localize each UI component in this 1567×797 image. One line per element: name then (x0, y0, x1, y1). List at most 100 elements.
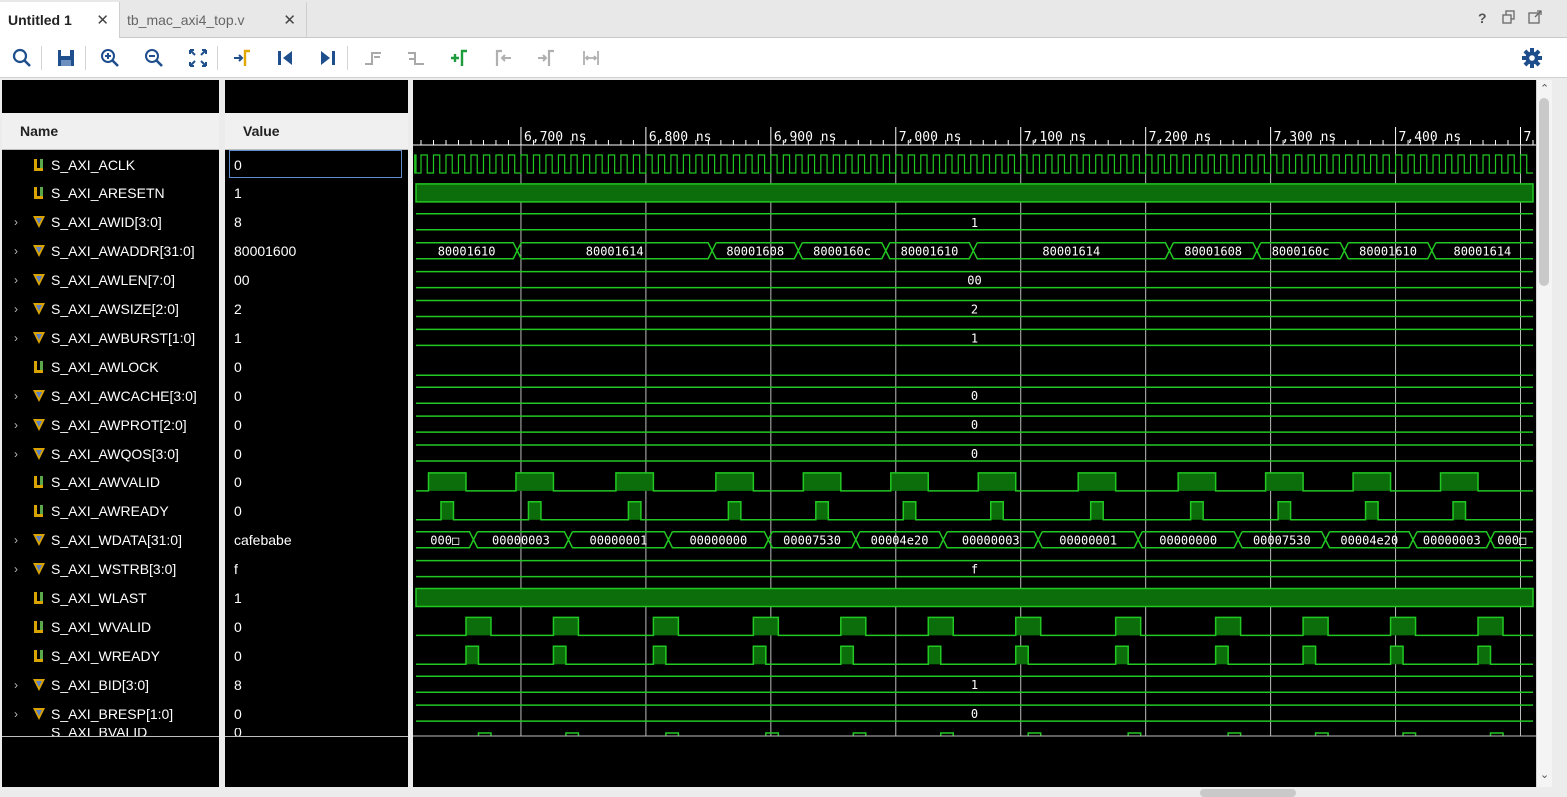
awid-waveform-label: 1 (971, 216, 978, 230)
value-column-header[interactable]: Value (225, 113, 408, 150)
bid-waveform-label: 1 (971, 678, 978, 692)
wvalid-waveform-pulse-fill (1303, 617, 1329, 636)
expand-chevron-icon[interactable]: › (14, 678, 18, 692)
signal-row[interactable]: S_AXI_AWREADY (2, 497, 219, 526)
signal-row[interactable]: › S_AXI_AWSIZE[2:0] (2, 295, 219, 324)
save-icon[interactable] (54, 46, 78, 70)
signal-row[interactable]: S_AXI_WREADY (2, 641, 219, 670)
name-column-header[interactable]: Name (2, 113, 219, 150)
awvalid-waveform-pulse-fill (803, 472, 841, 491)
signal-value-text: 0 (234, 156, 242, 173)
go-to-start-icon[interactable] (273, 46, 297, 70)
signal-value: 0 (225, 728, 408, 736)
expand-chevron-icon[interactable]: › (14, 418, 18, 432)
wvalid-waveform-pulse-fill (1115, 617, 1141, 636)
signal-value-text: 0 (234, 445, 242, 462)
expand-chevron-icon[interactable]: › (14, 707, 18, 721)
signal-value-text: 1 (234, 185, 242, 202)
signal-value: 2 (225, 295, 408, 324)
expand-chevron-icon[interactable]: › (14, 244, 18, 258)
signal-row[interactable]: S_AXI_WVALID (2, 612, 219, 641)
signal-row[interactable]: › S_AXI_WDATA[31:0] (2, 526, 219, 555)
tab-label: Untitled 1 (8, 12, 72, 28)
signal-row[interactable]: › S_AXI_AWQOS[3:0] (2, 439, 219, 468)
scroll-down-icon[interactable]: ⌄ (1540, 768, 1549, 781)
restore-icon[interactable] (1502, 10, 1516, 27)
wvalid-waveform-pulse-fill (1390, 617, 1416, 636)
signal-row[interactable]: › S_AXI_BRESP[1:0] (2, 699, 219, 728)
signal-row[interactable]: S_AXI_ARESETN (2, 179, 219, 208)
awaddr-waveform-segment-label: 80001614 (1042, 245, 1100, 259)
bus-signal-icon (33, 707, 45, 720)
awvalid-waveform-pulse-fill (715, 472, 754, 491)
expand-chevron-icon[interactable]: › (14, 533, 18, 547)
signal-row[interactable]: S_AXI_AWLOCK (2, 352, 219, 381)
expand-chevron-icon[interactable]: › (14, 302, 18, 316)
value-header-label: Value (243, 123, 280, 139)
signal-row[interactable]: › S_AXI_AWBURST[1:0] (2, 323, 219, 352)
signal-row[interactable]: › S_AXI_AWPROT[2:0] (2, 410, 219, 439)
awready-waveform-pulse-fill (1365, 501, 1379, 520)
wave-horizontal-scrollbar[interactable] (413, 787, 1536, 797)
signal-row[interactable]: › S_AXI_AWLEN[7:0] (2, 266, 219, 295)
signal-row[interactable]: S_AXI_AWVALID (2, 468, 219, 497)
signal-value: 0 (225, 497, 408, 526)
signal-row[interactable]: S_AXI_ACLK (2, 150, 219, 179)
signal-row[interactable]: › S_AXI_BID[3:0] (2, 670, 219, 699)
expand-chevron-icon[interactable]: › (14, 273, 18, 287)
wdata-waveform-segment-label: 000□ (1497, 534, 1526, 548)
add-marker-icon[interactable] (447, 46, 471, 70)
next-marker-icon[interactable] (534, 46, 558, 70)
awvalid-waveform-pulse-fill (1353, 472, 1391, 491)
bus-signal-icon (33, 331, 45, 344)
close-icon[interactable]: ✕ (283, 11, 296, 29)
ruler-tick-label: 7,300 ns (1274, 130, 1337, 145)
vertical-scrollbar-thumb[interactable] (1539, 98, 1549, 286)
tab-untitled-1[interactable]: Untitled 1 ✕ (0, 2, 120, 38)
go-to-end-icon[interactable] (316, 46, 340, 70)
expand-chevron-icon[interactable]: › (14, 331, 18, 345)
zoom-fit-icon[interactable] (186, 46, 210, 70)
maximize-icon[interactable] (1528, 10, 1542, 27)
swap-cursors-icon[interactable] (579, 46, 603, 70)
signal-row[interactable]: › S_AXI_AWCACHE[3:0] (2, 381, 219, 410)
signal-name: S_AXI_AWVALID (51, 474, 160, 491)
help-icon[interactable]: ? (1478, 10, 1487, 26)
signal-row[interactable]: S_AXI_BVALID (2, 728, 219, 736)
previous-transition-icon[interactable] (361, 46, 385, 70)
signal-name: S_AXI_WVALID (51, 618, 152, 635)
zoom-out-icon[interactable] (142, 46, 166, 70)
signal-name: S_AXI_WSTRB[3:0] (51, 561, 177, 578)
expand-chevron-icon[interactable]: › (14, 215, 18, 229)
waveform-canvas[interactable]: 6,700 ns 6,800 ns 6,900 ns 7,000 ns 7,100 ns… (413, 80, 1536, 787)
signal-row[interactable]: › S_AXI_AWID[3:0] (2, 208, 219, 237)
close-icon[interactable]: ✕ (96, 11, 109, 29)
wave-horizontal-scrollbar-thumb[interactable] (1200, 789, 1296, 797)
expand-chevron-icon[interactable]: › (14, 389, 18, 403)
zoom-in-icon[interactable] (98, 46, 122, 70)
gear-icon[interactable] (1520, 46, 1544, 70)
signal-value: 80001600 (225, 237, 408, 266)
signal-value: 1 (225, 179, 408, 208)
signal-value-text: f (234, 561, 238, 578)
signal-value-text: 0 (234, 618, 242, 635)
previous-marker-icon[interactable] (491, 46, 515, 70)
go-to-cursor-icon[interactable] (230, 46, 254, 70)
signal-row[interactable]: › S_AXI_WSTRB[3:0] (2, 555, 219, 584)
signal-row[interactable]: › S_AXI_AWADDR[31:0] (2, 237, 219, 266)
scroll-up-icon[interactable]: ⌃ (1540, 82, 1549, 95)
awready-waveform-pulse-fill (1090, 501, 1104, 520)
expand-chevron-icon[interactable]: › (14, 447, 18, 461)
wdata-waveform-segment-label: 00004e20 (871, 534, 929, 548)
wdata-waveform-segment-label: 00007530 (1253, 534, 1311, 548)
expand-chevron-icon[interactable]: › (14, 562, 18, 576)
scalar-signal-icon (34, 158, 43, 171)
search-icon[interactable] (10, 46, 34, 70)
wready-waveform-pulse-fill (553, 646, 566, 665)
tab-tb-mac-axi4-top[interactable]: tb_mac_axi4_top.v ✕ (121, 2, 307, 38)
value-horizontal-scrollbar[interactable] (225, 787, 408, 797)
signal-row[interactable]: S_AXI_WLAST (2, 584, 219, 613)
next-transition-icon[interactable] (404, 46, 428, 70)
signal-value: 0 (225, 641, 408, 670)
scalar-signal-icon (34, 360, 43, 373)
